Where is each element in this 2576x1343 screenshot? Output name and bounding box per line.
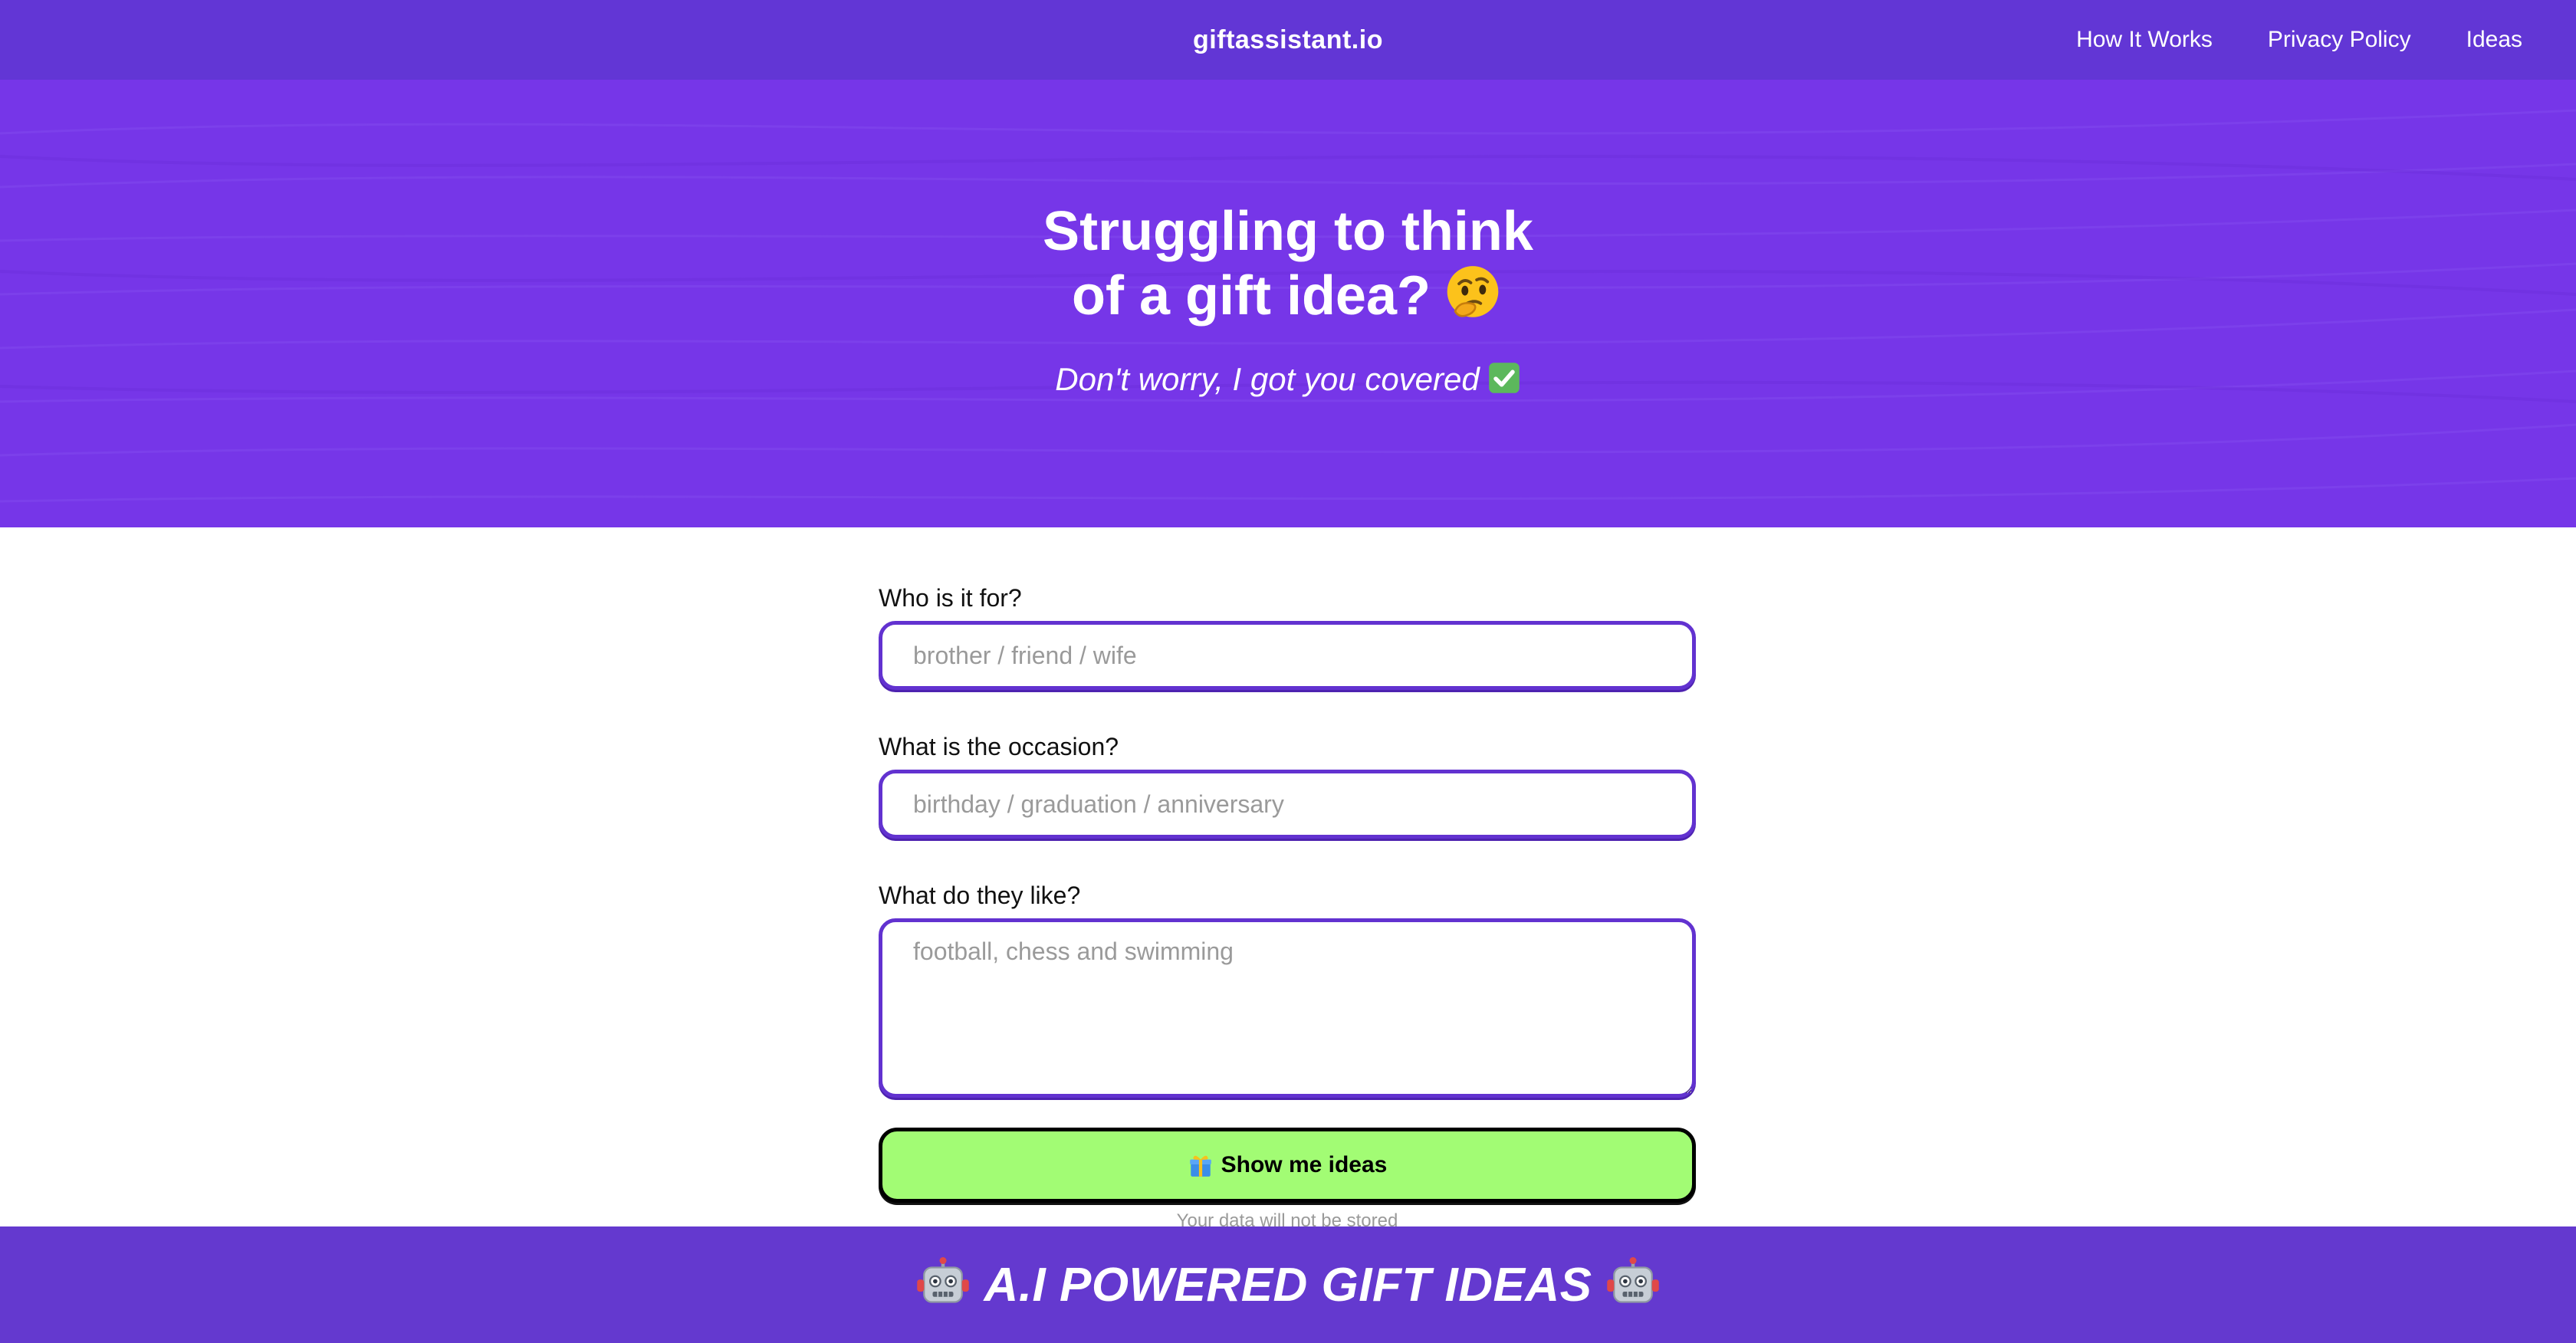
show-ideas-label: Show me ideas (1221, 1152, 1388, 1177)
nav-links: How It Works Privacy Policy Ideas (2076, 0, 2522, 80)
top-nav: giftassistant.io How It Works Privacy Po… (0, 0, 2576, 80)
gift-form: Who is it for? What is the occasion? Wha… (879, 583, 1696, 1232)
hero-title-line-2-text: of a gift idea? (1072, 265, 1431, 327)
nav-link-privacy-policy[interactable]: Privacy Policy (2268, 27, 2411, 53)
check-mark-icon (1488, 363, 1520, 393)
likes-label: What do they like? (879, 882, 1081, 909)
nav-link-ideas[interactable]: Ideas (2466, 27, 2522, 53)
show-ideas-button[interactable]: Show me ideas (879, 1128, 1696, 1203)
occasion-field-group: What is the occasion? (879, 731, 1696, 839)
thinking-face-icon (1447, 266, 1499, 317)
ai-powered-banner: A.I POWERED GIFT IDEAS (0, 1226, 2576, 1343)
banner-text: A.I POWERED GIFT IDEAS (984, 1258, 1592, 1312)
likes-textarea[interactable] (879, 918, 1696, 1098)
who-field-group: Who is it for? (879, 583, 1696, 690)
robot-icon (1607, 1257, 1660, 1303)
hero-title-line-2: of a gift idea? (0, 262, 2576, 327)
hero-subtitle-text: Don't worry, I got you covered (1055, 361, 1480, 397)
who-input[interactable] (879, 621, 1696, 690)
gift-icon (1189, 1155, 1211, 1177)
robot-icon (916, 1257, 969, 1303)
occasion-label: What is the occasion? (879, 733, 1119, 760)
hero-section: Struggling to think of a gift idea? Don'… (0, 80, 2576, 527)
hero-title: Struggling to think of a gift idea? (0, 201, 2576, 327)
who-label: Who is it for? (879, 584, 1022, 612)
hero-title-line-1: Struggling to think (1043, 201, 1533, 262)
hero-subtitle: Don't worry, I got you covered (0, 360, 2576, 399)
nav-link-how-it-works[interactable]: How It Works (2076, 27, 2213, 53)
likes-field-group: What do they like? (879, 880, 1696, 1102)
occasion-input[interactable] (879, 770, 1696, 839)
